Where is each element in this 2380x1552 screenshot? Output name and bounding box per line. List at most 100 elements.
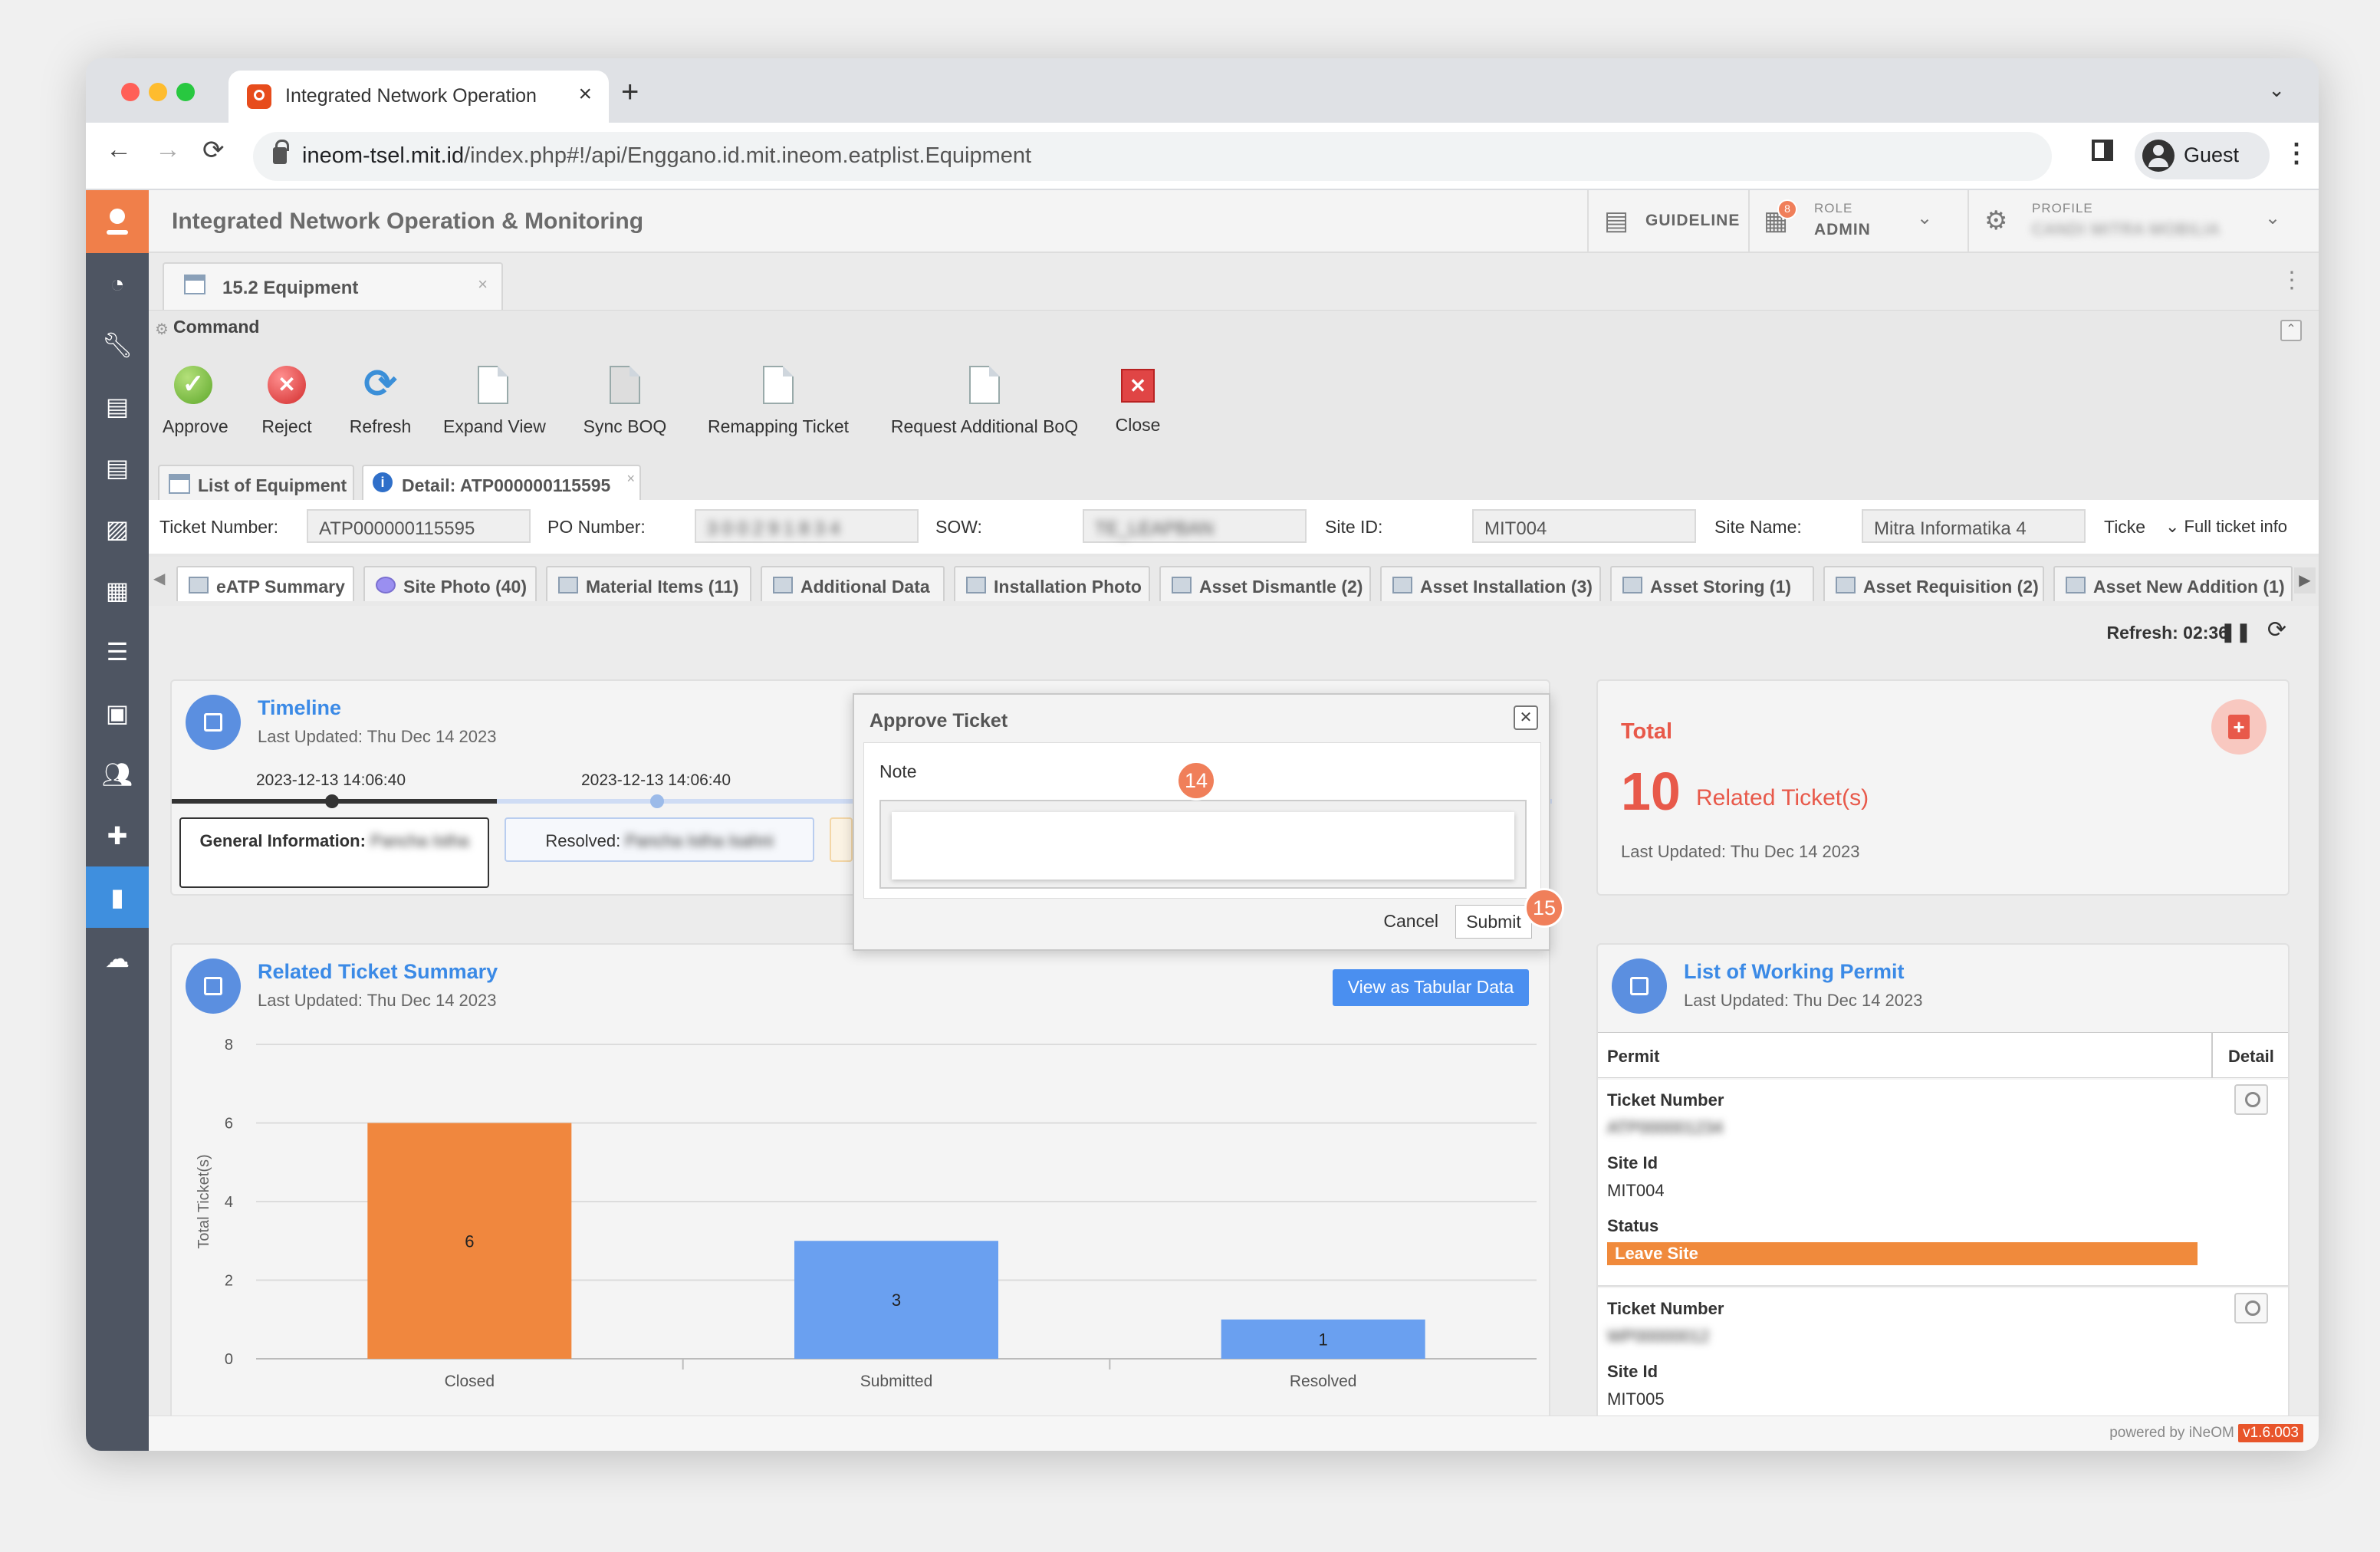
timeline-item-general[interactable]: General Information: Pancha Istha: [179, 817, 489, 888]
submit-button[interactable]: Submit: [1455, 905, 1532, 939]
detail-search-icon[interactable]: [2234, 1084, 2268, 1115]
tab-asset-new-addition[interactable]: Asset New Addition (1): [2053, 566, 2293, 601]
profile-button[interactable]: Guest: [2135, 132, 2270, 179]
site-id-field[interactable]: MIT004: [1472, 509, 1696, 543]
note-label: Note: [879, 761, 917, 781]
minimize-window-button[interactable]: [149, 83, 167, 101]
expand-view-button[interactable]: Expand View: [443, 366, 546, 437]
maximize-window-button[interactable]: [176, 83, 195, 101]
sync-boq-label: Sync BOQ: [583, 416, 667, 436]
tab-material-items[interactable]: Material Items (11): [546, 566, 751, 601]
close-button[interactable]: Close: [1107, 366, 1169, 436]
site-id-label: Site ID:: [1325, 517, 1383, 537]
asset-icon: [2066, 577, 2086, 594]
view-tabular-data-button[interactable]: View as Tabular Data: [1333, 969, 1529, 1006]
forward-arrow-icon[interactable]: →: [155, 135, 181, 165]
total-card: Total 10 Related Ticket(s) Last Updated:…: [1596, 679, 2290, 896]
collapse-icon[interactable]: ⌃: [2280, 320, 2302, 341]
wrench-icon[interactable]: 🔧︎: [86, 314, 149, 376]
tab-list-of-equipment[interactable]: List of Equipment: [158, 465, 354, 500]
doc-tab-equipment[interactable]: 15.2 Equipment ×: [163, 262, 503, 310]
lock-icon: [273, 140, 289, 164]
footer-text: powered by iNeOM v1.6.003: [2109, 1424, 2303, 1442]
more-options-icon[interactable]: ⋮: [2280, 267, 2303, 294]
asset-icon: [1392, 577, 1412, 594]
tab-asset-installation[interactable]: Asset Installation (3): [1380, 566, 1601, 601]
pause-icon[interactable]: ❚❚: [2221, 621, 2251, 643]
image-icon[interactable]: ▨: [86, 498, 149, 560]
new-tab-button[interactable]: +: [621, 75, 639, 110]
ticket-number-value: WP00000012: [1607, 1327, 1710, 1346]
back-arrow-icon[interactable]: ←: [106, 135, 132, 165]
browser-menu-icon[interactable]: ⋮: [2283, 138, 2309, 169]
tab-additional-data[interactable]: Additional Data: [761, 566, 945, 601]
tab-eatp-summary[interactable]: eATP Summary: [176, 566, 354, 601]
site-id-value: MIT005: [1607, 1389, 1665, 1409]
y-axis-label: Total Ticket(s): [196, 1154, 212, 1248]
reject-x-icon: [268, 366, 306, 404]
site-name-field[interactable]: Mitra Informatika 4: [1862, 509, 2086, 543]
tab-asset-storing[interactable]: Asset Storing (1): [1610, 566, 1814, 601]
address-bar[interactable]: ineom-tsel.mit.id/index.php#!/api/Enggan…: [253, 132, 2052, 181]
tab-installation-photo[interactable]: Installation Photo: [954, 566, 1150, 601]
side-panel-icon[interactable]: [2092, 140, 2113, 161]
ticket-number-field[interactable]: ATP000000115595: [307, 509, 531, 543]
reject-button[interactable]: Reject: [256, 366, 317, 437]
clipboard-icon[interactable]: ▤: [86, 376, 149, 437]
users-icon[interactable]: 👥︎: [86, 744, 149, 805]
server-icon[interactable]: ☰: [86, 621, 149, 682]
scroll-right-icon[interactable]: ▶: [2294, 567, 2316, 594]
tab-label: Additional Data: [800, 577, 930, 597]
cloud-icon[interactable]: ☁: [86, 928, 149, 989]
reload-icon[interactable]: ⟳: [2267, 617, 2286, 643]
close-window-button[interactable]: [121, 83, 140, 101]
table-row: Ticket Number ATP000001234 Site Id MIT00…: [1598, 1080, 2288, 1287]
clipboard-list-icon[interactable]: ▤: [86, 437, 149, 498]
puzzle-icon[interactable]: ✚: [86, 805, 149, 866]
header-divider: [1587, 190, 1589, 252]
browser-tab[interactable]: Integrated Network Operation ×: [228, 71, 609, 123]
url-text: ineom-tsel.mit.id/index.php#!/api/Enggan…: [302, 143, 1032, 168]
po-number-field[interactable]: 3 0 0 2 9 1 8 3 4: [695, 509, 919, 543]
tab-search-chevron-icon[interactable]: ⌄: [2268, 78, 2285, 102]
y-tick-label: 2: [225, 1273, 233, 1290]
tab-detail[interactable]: i Detail: ATP000000115595 ×: [362, 465, 641, 500]
refresh-button[interactable]: Refresh: [347, 361, 414, 437]
tab-close-icon[interactable]: ×: [626, 471, 635, 487]
total-badge-icon: +: [2211, 699, 2267, 755]
profile-chevron-down-icon[interactable]: ⌄: [2265, 207, 2280, 229]
gear-icon[interactable]: ⚙: [1984, 206, 2007, 236]
cancel-button[interactable]: Cancel: [1383, 911, 1438, 932]
info-icon: i: [373, 472, 393, 492]
ticket-number-label: Ticket Number:: [159, 517, 279, 537]
timeline-item-more[interactable]: [830, 817, 853, 862]
store-icon[interactable]: ▦: [86, 560, 149, 621]
dashboard-icon[interactable]: ◔: [86, 253, 149, 314]
tab-close-icon[interactable]: ×: [578, 81, 592, 107]
timeline-item-resolved[interactable]: Resolved: Pancha Istha Isahni: [505, 817, 814, 862]
reload-icon[interactable]: ⟳: [202, 135, 225, 166]
tab-site-photo[interactable]: Site Photo (40): [363, 566, 537, 601]
sow-field[interactable]: TE_LEAPBAN: [1083, 509, 1307, 543]
archive-icon[interactable]: ▣: [86, 682, 149, 744]
doc-tab-close-icon[interactable]: ×: [478, 275, 488, 294]
detail-search-icon[interactable]: [2234, 1293, 2268, 1323]
full-ticket-info-toggle[interactable]: ⌄ Full ticket info: [2165, 517, 2287, 537]
remapping-ticket-button[interactable]: Remapping Ticket: [707, 366, 850, 437]
tab-asset-requisition[interactable]: Asset Requisition (2): [1823, 566, 2044, 601]
approve-button[interactable]: Approve: [163, 366, 228, 437]
guideline-button[interactable]: GUIDELINE: [1645, 212, 1740, 230]
role-chevron-down-icon[interactable]: ⌄: [1917, 207, 1932, 229]
timeline-item-label: General Information:: [199, 831, 366, 850]
book-icon[interactable]: ▮: [86, 866, 149, 928]
sync-boq-button[interactable]: Sync BOQ: [583, 366, 667, 437]
app-logo-icon[interactable]: [86, 190, 149, 253]
bar-value-label: 6: [465, 1231, 474, 1251]
doc-tab-label: 15.2 Equipment: [222, 278, 359, 298]
dialog-close-icon[interactable]: ✕: [1514, 705, 1538, 730]
request-additional-boq-button[interactable]: Request Additional BoQ: [889, 366, 1080, 437]
tab-asset-dismantle[interactable]: Asset Dismantle (2): [1159, 566, 1371, 601]
note-textarea[interactable]: [892, 812, 1514, 880]
scroll-left-icon[interactable]: ◀: [153, 569, 165, 588]
timeline-date: 2023-12-13 14:06:40: [256, 771, 406, 789]
